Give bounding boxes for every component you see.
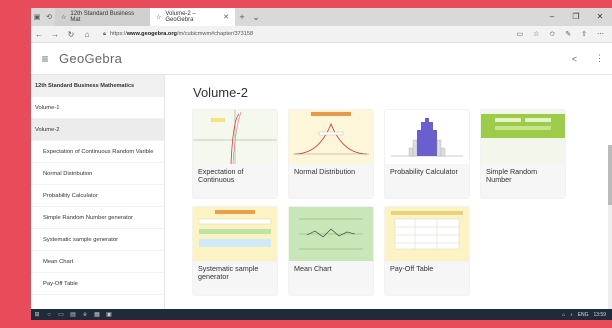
tab-list-icon[interactable]: ⌄ (249, 12, 263, 23)
task-view-icon[interactable]: ▭ (55, 311, 67, 318)
close-tab-icon[interactable]: ✕ (223, 13, 229, 21)
home-icon[interactable]: ⌂ (79, 30, 95, 39)
new-tab-icon[interactable]: + (235, 12, 249, 22)
tab-label: Volume-2 – GeoGebra (165, 11, 196, 23)
url-prefix: https:// (109, 31, 127, 37)
sidebar-item-systematic-sample[interactable]: Systematic sample generator (31, 229, 164, 251)
network-icon[interactable]: ⌂ (562, 312, 565, 318)
window-controls: – ❐ ✕ (540, 8, 612, 26)
favorites-hub-icon[interactable]: ✩ (549, 30, 555, 38)
sidebar-title[interactable]: 12th Standard Business Mathematics (31, 75, 164, 97)
card-thumbnail (289, 207, 373, 261)
back-tabs-icon[interactable]: ⟲ (43, 13, 55, 21)
card-thumbnail (481, 110, 565, 164)
address-bar: ← → ↻ ⌂ 🔒︎ https://www.geogebra.org/m/cu… (31, 26, 612, 43)
more-icon[interactable]: ⋯ (597, 30, 604, 38)
sidebar-item-normal-distribution[interactable]: Normal Distribution (31, 163, 164, 185)
card-systematic-sample[interactable]: Systematic sample generator (193, 207, 277, 295)
card-thumbnail (193, 110, 277, 164)
language-indicator[interactable]: ENG (578, 312, 589, 318)
app-header: ≡ GeoGebra < ⋮ (31, 43, 612, 75)
app-icon[interactable]: ▣ (103, 311, 115, 318)
card-thumbnail (193, 207, 277, 261)
tab-favicon-icon: ☆ (61, 14, 67, 21)
card-label: Mean Chart (294, 264, 332, 273)
share-icon[interactable]: < (572, 54, 595, 64)
card-label: Expectation of Continuous (198, 167, 244, 185)
maximize-button[interactable]: ❐ (564, 8, 588, 26)
tab-volume-2[interactable]: ☆ Volume-2 – GeoGebra ✕ (150, 8, 235, 26)
clock[interactable]: 13:59 (593, 312, 606, 318)
tab-label: 12th Standard Business Mat (70, 11, 135, 23)
windows-start-icon[interactable]: ⊞ (31, 311, 43, 318)
card-grid: Expectation of Continuous Normal Distrib… (193, 110, 612, 295)
card-thumbnail (289, 110, 373, 164)
back-icon[interactable]: ← (31, 30, 47, 39)
tab-favicon-icon: ☆ (156, 14, 162, 21)
kebab-menu-icon[interactable]: ⋮ (595, 53, 612, 64)
share-browser-icon[interactable]: ⇪ (581, 30, 587, 38)
card-label: Pay-Off Table (390, 264, 434, 273)
taskbar: ⊞ ○ ▭ ▤ e ▦ ▣ ⌂ ♪ ENG 13:59 (31, 309, 612, 320)
main-content: Volume-2 Expectation of Continuous Norma… (165, 75, 612, 320)
refresh-icon[interactable]: ↻ (63, 30, 79, 39)
url-domain: www.geogebra.org (126, 31, 177, 37)
favorite-star-icon[interactable]: ☆ (533, 30, 539, 38)
url-field[interactable]: 🔒︎ https://www.geogebra.org/m/cubicmwm#c… (99, 28, 489, 41)
card-expectation[interactable]: Expectation of Continuous (193, 110, 277, 198)
sidebar: 12th Standard Business Mathematics Volum… (31, 75, 165, 320)
geogebra-logo[interactable]: GeoGebra (59, 51, 122, 66)
sidebar-item-mean-chart[interactable]: Mean Chart (31, 251, 164, 273)
scrollbar-thumb[interactable] (608, 145, 612, 205)
scrollbar[interactable] (608, 145, 612, 315)
volume-icon[interactable]: ♪ (570, 312, 573, 318)
sidebar-item-payoff-table[interactable]: Pay-Off Table (31, 273, 164, 295)
sidebar-item-volume-1[interactable]: Volume-1 (31, 97, 164, 119)
sidebar-item-probability-calculator[interactable]: Probability Calculator (31, 185, 164, 207)
card-label: Simple Random Number (486, 167, 538, 185)
tab-business-math[interactable]: ☆ 12th Standard Business Mat (55, 8, 150, 26)
url-path: /m/cubicmwm#chapter/373158 (176, 31, 254, 37)
card-label: Normal Distribution (294, 167, 356, 176)
browser-window: ▣ ⟲ ☆ 12th Standard Business Mat ☆ Volum… (31, 8, 612, 320)
search-icon[interactable]: ○ (43, 312, 55, 318)
menu-icon[interactable]: ≡ (31, 52, 59, 66)
card-thumbnail (385, 110, 469, 164)
page-title: Volume-2 (193, 85, 248, 100)
sidebar-item-random-number[interactable]: Simple Random Number generator (31, 207, 164, 229)
edge-icon[interactable]: e (79, 312, 91, 318)
file-explorer-icon[interactable]: ▤ (67, 311, 79, 318)
system-tray: ⌂ ♪ ENG 13:59 (562, 312, 612, 318)
sidebar-item-expectation[interactable]: Expectation of Continuous Random Varible (31, 141, 164, 163)
card-label: Systematic sample generator (198, 264, 259, 282)
card-normal-distribution[interactable]: Normal Distribution (289, 110, 373, 198)
card-probability-calculator[interactable]: Probability Calculator (385, 110, 469, 198)
card-thumbnail (385, 207, 469, 261)
tab-actions-icon[interactable]: ▣ (31, 13, 43, 21)
browser-tools: ▭ ☆ ✩ ✎ ⇪ ⋯ (516, 30, 612, 38)
card-mean-chart[interactable]: Mean Chart (289, 207, 373, 295)
card-label: Probability Calculator (390, 167, 458, 176)
card-simple-random-number[interactable]: Simple Random Number (481, 110, 565, 198)
reading-view-icon[interactable]: ▭ (516, 30, 523, 38)
sidebar-item-volume-2[interactable]: Volume-2 (31, 119, 164, 141)
lock-icon: 🔒︎ (103, 30, 106, 37)
forward-icon[interactable]: → (47, 30, 63, 39)
tab-bar: ▣ ⟲ ☆ 12th Standard Business Mat ☆ Volum… (31, 8, 612, 26)
card-payoff-table[interactable]: Pay-Off Table (385, 207, 469, 295)
pen-icon[interactable]: ✎ (565, 30, 571, 38)
minimize-button[interactable]: – (540, 8, 564, 26)
store-icon[interactable]: ▦ (91, 311, 103, 318)
close-window-button[interactable]: ✕ (588, 8, 612, 26)
